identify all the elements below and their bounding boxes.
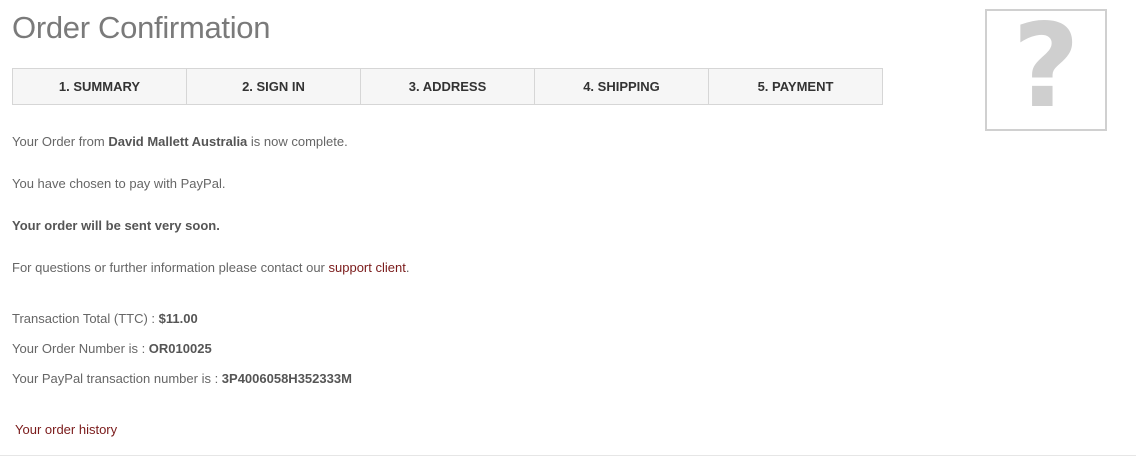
- order-number-value: OR010025: [148, 341, 212, 356]
- page-title: Order Confirmation: [12, 10, 271, 45]
- payment-method-message: You have chosen to pay with PayPal.: [12, 176, 226, 191]
- contact-message: For questions or further information ple…: [12, 260, 409, 275]
- transaction-total: Transaction Total (TTC) : $11.00: [12, 311, 198, 326]
- shipping-note: Your order will be sent very soon.: [12, 218, 220, 233]
- contact-suffix: .: [405, 260, 410, 275]
- contact-prefix: For questions or further information ple…: [12, 260, 329, 275]
- paypal-transaction-label: Your PayPal transaction number is :: [12, 371, 222, 386]
- transaction-total-value: $11.00: [158, 311, 198, 326]
- order-history-link[interactable]: Your order history: [15, 422, 117, 437]
- paypal-transaction-number: Your PayPal transaction number is : 3P40…: [12, 371, 352, 386]
- checkout-steps: 1. SUMMARY 2. SIGN IN 3. ADDRESS 4. SHIP…: [12, 68, 883, 105]
- order-complete-prefix: Your Order from: [12, 134, 109, 149]
- shop-name: David Mallett Australia: [108, 134, 248, 149]
- support-client-link[interactable]: support client: [329, 260, 406, 275]
- order-history-row: Your order history: [15, 422, 117, 437]
- step-address[interactable]: 3. ADDRESS: [361, 69, 535, 104]
- transaction-total-label: Transaction Total (TTC) :: [12, 311, 159, 326]
- question-mark-icon: ?: [1012, 0, 1080, 134]
- shipping-note-text: Your order will be sent very soon.: [12, 218, 220, 233]
- missing-image-icon: ?: [985, 9, 1107, 131]
- order-number-label: Your Order Number is :: [12, 341, 149, 356]
- order-complete-suffix: is now complete.: [247, 134, 348, 149]
- paypal-transaction-value: 3P4006058H352333M: [221, 371, 352, 386]
- bottom-divider: [0, 455, 1136, 456]
- step-sign-in[interactable]: 2. SIGN IN: [187, 69, 361, 104]
- order-complete-message: Your Order from David Mallett Australia …: [12, 134, 348, 149]
- order-number: Your Order Number is : OR010025: [12, 341, 212, 356]
- step-shipping[interactable]: 4. SHIPPING: [535, 69, 709, 104]
- step-payment[interactable]: 5. PAYMENT: [709, 69, 882, 104]
- step-summary[interactable]: 1. SUMMARY: [13, 69, 187, 104]
